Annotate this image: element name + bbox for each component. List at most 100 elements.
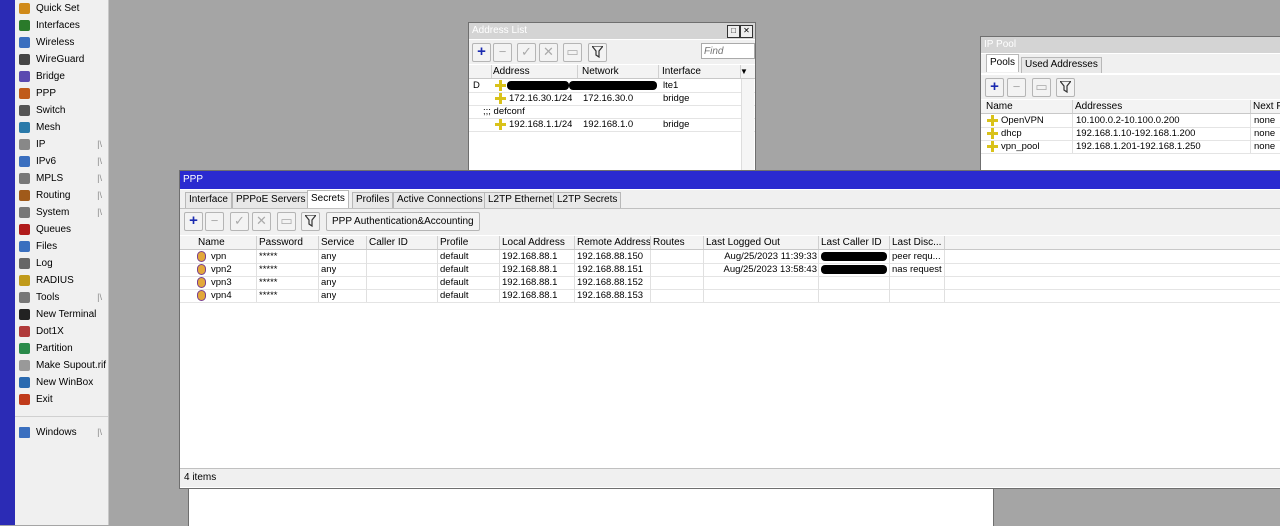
menu-item-tools[interactable]: Tools |\ — [15, 289, 108, 306]
table-row[interactable]: vpn_pool 192.168.1.201-192.168.1.250 none — [981, 140, 1280, 154]
cell-logged-out — [704, 276, 817, 289]
tab-used-addresses[interactable]: Used Addresses — [1021, 57, 1102, 73]
menu-item-windows[interactable]: Windows |\ — [15, 424, 108, 441]
filter-button[interactable] — [588, 43, 607, 62]
column-caller-id[interactable]: Caller ID — [367, 236, 438, 249]
column-password[interactable]: Password — [257, 236, 319, 249]
ppp-auth-accounting-button[interactable]: PPP Authentication&Accounting — [326, 212, 480, 231]
add-button[interactable]: + — [184, 212, 203, 231]
tab-pools[interactable]: Pools — [986, 54, 1020, 72]
main-menu: Quick Set Interfaces Wireless WireGuard Brid… — [15, 0, 109, 525]
column-remote-address[interactable]: Remote Address — [575, 236, 651, 249]
column-name[interactable]: Name — [196, 236, 257, 249]
column-name[interactable]: Name — [984, 100, 1073, 113]
enable-button[interactable]: ✓ — [230, 212, 249, 231]
table-row[interactable]: dhcp 192.168.1.10-192.168.1.200 none — [981, 127, 1280, 141]
menu-item-system[interactable]: System |\ — [15, 204, 108, 221]
menu-item-log[interactable]: Log — [15, 255, 108, 272]
pool-icon — [987, 141, 998, 152]
filter-button[interactable] — [301, 212, 320, 231]
menu-item-switch[interactable]: Switch — [15, 102, 108, 119]
table-row[interactable]: vpn2 ***** any default 192.168.88.1 192.168.8… — [180, 263, 1280, 277]
tab-secrets[interactable]: Secrets — [307, 190, 349, 208]
column-addresses[interactable]: Addresses — [1073, 100, 1251, 113]
column-local-address[interactable]: Local Address — [500, 236, 575, 249]
menu-item-label: Log — [36, 258, 53, 269]
menu-item-quick-set[interactable]: Quick Set — [15, 0, 108, 17]
menu-item-routing[interactable]: Routing |\ — [15, 187, 108, 204]
column-next-pool[interactable]: Next P — [1251, 100, 1280, 113]
table-row[interactable]: vpn4 ***** any default 192.168.88.1 192.168.8… — [180, 289, 1280, 303]
tab-l2tp-secrets[interactable]: L2TP Secrets — [553, 192, 622, 208]
cell-service: any — [321, 264, 337, 275]
ip-pool-titlebar[interactable]: IP Pool — [981, 37, 1280, 53]
menu-item-files[interactable]: Files — [15, 238, 108, 255]
pool-next: none — [1254, 141, 1276, 152]
menu-item-label: New WinBox — [36, 377, 94, 388]
add-button[interactable]: + — [472, 43, 491, 62]
close-button[interactable]: ✕ — [740, 25, 753, 38]
menu-item-new-winbox[interactable]: New WinBox — [15, 374, 108, 391]
comment-button[interactable]: ▭ — [277, 212, 296, 231]
menu-item-make-supout-rif[interactable]: Make Supout.rif — [15, 357, 108, 374]
column-interface[interactable]: Interface — [660, 65, 741, 78]
menu-item-exit[interactable]: Exit — [15, 391, 108, 408]
disable-button[interactable]: ✕ — [539, 43, 558, 62]
winbox-side-band — [0, 0, 15, 525]
comment-button[interactable]: ▭ — [1032, 78, 1051, 97]
column-last-logged-out[interactable]: Last Logged Out — [704, 236, 819, 249]
address-list-titlebar[interactable]: Address List □ ✕ — [469, 23, 755, 39]
remove-button[interactable]: − — [1007, 78, 1026, 97]
column-service[interactable]: Service — [319, 236, 367, 249]
menu-item-bridge[interactable]: Bridge — [15, 68, 108, 85]
maximize-button[interactable]: □ — [727, 25, 740, 38]
column-last-disc[interactable]: Last Disc... — [890, 236, 945, 249]
table-row[interactable]: D lte1 — [469, 79, 755, 93]
disable-button[interactable]: ✕ — [252, 212, 271, 231]
menu-item-mesh[interactable]: Mesh — [15, 119, 108, 136]
menu-item-wireguard[interactable]: WireGuard — [15, 51, 108, 68]
menu-item-wireless[interactable]: Wireless — [15, 34, 108, 51]
comment-button[interactable]: ▭ — [563, 43, 582, 62]
menu-item-dot1x[interactable]: Dot1X — [15, 323, 108, 340]
tab-active-connections[interactable]: Active Connections — [393, 192, 487, 208]
table-row[interactable]: 192.168.1.1/24 192.168.1.0 bridge — [469, 118, 755, 132]
column-divider — [944, 289, 945, 302]
submenu-arrow-icon: |\ — [97, 207, 102, 217]
menu-item-partition[interactable]: Partition — [15, 340, 108, 357]
table-row[interactable]: OpenVPN 10.100.0.2-10.100.0.200 none — [981, 114, 1280, 128]
column-profile[interactable]: Profile — [438, 236, 500, 249]
menu-item-ppp[interactable]: PPP — [15, 85, 108, 102]
enable-button[interactable]: ✓ — [517, 43, 536, 62]
tab-profiles[interactable]: Profiles — [352, 192, 394, 208]
menu-item-mpls[interactable]: MPLS |\ — [15, 170, 108, 187]
table-row[interactable]: vpn3 ***** any default 192.168.88.1 192.168.8… — [180, 276, 1280, 290]
address-list-toolbar: + − ✓ ✕ ▭ — [469, 40, 755, 64]
remove-button[interactable]: − — [493, 43, 512, 62]
column-address[interactable]: Address — [491, 65, 578, 78]
menu-item-queues[interactable]: Queues — [15, 221, 108, 238]
tab-l2tp-ethernet[interactable]: L2TP Ethernet — [484, 192, 557, 208]
scrollbar[interactable] — [741, 79, 754, 171]
remove-button[interactable]: − — [205, 212, 224, 231]
column-routes[interactable]: Routes — [651, 236, 704, 249]
column-last-caller-id[interactable]: Last Caller ID — [819, 236, 890, 249]
table-row[interactable]: 172.16.30.1/24 172.16.30.0 bridge — [469, 92, 755, 106]
tab-pppoe-servers[interactable]: PPPoE Servers — [232, 192, 310, 208]
column-menu-icon[interactable]: ▼ — [740, 65, 748, 78]
table-row[interactable]: vpn ***** any default 192.168.88.1 192.168.88… — [180, 250, 1280, 264]
filter-button[interactable] — [1056, 78, 1075, 97]
menu-item-ipv6[interactable]: IPv6 |\ — [15, 153, 108, 170]
add-button[interactable]: + — [985, 78, 1004, 97]
find-input[interactable] — [701, 43, 755, 59]
column-network[interactable]: Network — [580, 65, 659, 78]
ppp-titlebar[interactable]: PPP — [180, 171, 1280, 189]
menu-divider — [15, 416, 108, 417]
tab-interface[interactable]: Interface — [185, 192, 232, 208]
menu-item-label: Queues — [36, 224, 72, 235]
cell-logged-out: Aug/25/2023 11:39:33 — [724, 251, 817, 262]
menu-item-interfaces[interactable]: Interfaces — [15, 17, 108, 34]
menu-item-ip[interactable]: IP |\ — [15, 136, 108, 153]
menu-item-new-terminal[interactable]: New Terminal — [15, 306, 108, 323]
menu-item-radius[interactable]: RADIUS — [15, 272, 108, 289]
